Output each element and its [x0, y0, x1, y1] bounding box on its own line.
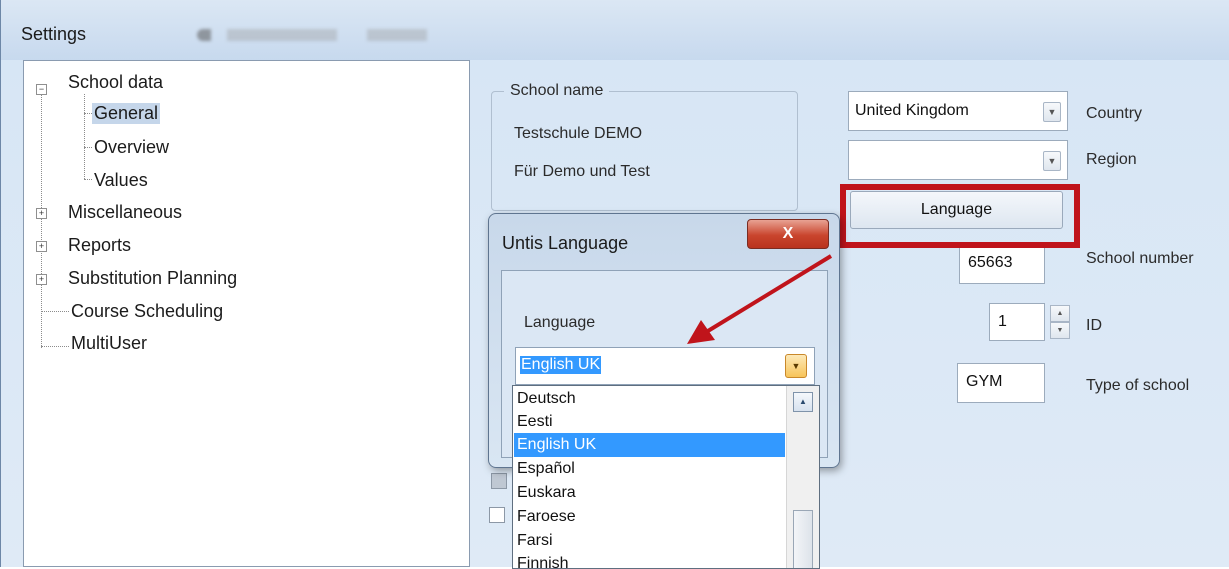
- tree-item-course-scheduling[interactable]: Course Scheduling: [71, 301, 223, 322]
- tree-item-general[interactable]: General: [92, 103, 161, 124]
- chevron-down-icon[interactable]: ▼: [1043, 102, 1061, 122]
- tree-connector: [41, 346, 69, 347]
- list-item[interactable]: Español: [514, 457, 785, 481]
- school-name-legend: School name: [504, 82, 610, 100]
- list-item[interactable]: Faroese: [514, 505, 785, 529]
- id-label: ID: [1086, 317, 1102, 334]
- tree-item-overview[interactable]: Overview: [94, 137, 169, 158]
- dialog-language-label: Language: [524, 314, 596, 331]
- school-name-line1[interactable]: Testschule DEMO: [514, 125, 642, 143]
- chevron-down-icon[interactable]: ▼: [1043, 151, 1061, 171]
- tree-item-reports[interactable]: Reports: [68, 235, 131, 256]
- checkbox-checked[interactable]: [491, 473, 507, 489]
- tree-connector: [84, 94, 85, 179]
- region-select[interactable]: ▼: [848, 140, 1068, 180]
- checkbox[interactable]: [489, 507, 505, 523]
- settings-window: Settings − School data General Overview …: [0, 0, 1229, 569]
- tree-connector: [41, 94, 42, 348]
- expand-icon[interactable]: +: [36, 274, 47, 285]
- close-icon: X: [782, 225, 794, 242]
- list-item[interactable]: Eesti: [514, 410, 785, 434]
- dialog-title: Untis Language: [502, 233, 629, 253]
- chevron-down-icon[interactable]: ▼: [785, 354, 807, 378]
- language-select-value: English UK: [520, 356, 602, 374]
- country-label: Country: [1086, 105, 1143, 122]
- expand-icon[interactable]: +: [36, 241, 47, 252]
- tree-connector: [84, 113, 92, 114]
- region-label: Region: [1086, 151, 1137, 168]
- list-item[interactable]: Finnish: [514, 552, 785, 568]
- title-bar: Settings: [1, 0, 1229, 60]
- tree-item-school-data[interactable]: School data: [68, 72, 163, 93]
- spin-down-icon[interactable]: ▼: [1050, 322, 1070, 339]
- school-type-field[interactable]: GYM: [957, 363, 1045, 403]
- expand-icon[interactable]: +: [36, 208, 47, 219]
- list-item-selected[interactable]: English UK: [514, 433, 785, 457]
- country-value: United Kingdom: [855, 102, 969, 119]
- country-select[interactable]: United Kingdom ▼: [848, 91, 1068, 131]
- chevron-up-icon[interactable]: ▲: [793, 392, 813, 412]
- school-number-label: School number: [1086, 250, 1194, 267]
- school-number-field[interactable]: 65663: [959, 244, 1045, 284]
- tree-item-multiuser[interactable]: MultiUser: [71, 333, 147, 354]
- list-item[interactable]: Farsi: [514, 529, 785, 553]
- blurred-title-detail: [197, 29, 447, 41]
- settings-tree: − School data General Overview Values + …: [23, 60, 470, 567]
- collapse-icon[interactable]: −: [36, 84, 47, 95]
- tree-connector: [41, 311, 69, 312]
- window-title: Settings: [21, 24, 87, 44]
- language-select[interactable]: English UK ▼: [515, 347, 815, 385]
- scroll-thumb[interactable]: [793, 510, 813, 568]
- tree-item-miscellaneous[interactable]: Miscellaneous: [68, 202, 182, 223]
- tree-item-substitution-planning[interactable]: Substitution Planning: [68, 268, 237, 289]
- language-button[interactable]: Language: [850, 191, 1063, 229]
- language-dropdown-list[interactable]: Deutsch Eesti English UK Español Euskara…: [512, 385, 820, 569]
- spin-up-icon[interactable]: ▲: [1050, 305, 1070, 322]
- id-field[interactable]: 1: [989, 303, 1045, 341]
- list-scrollbar[interactable]: ▲: [786, 386, 819, 568]
- close-button[interactable]: X: [747, 219, 829, 249]
- school-name-line2[interactable]: Für Demo und Test: [514, 163, 650, 181]
- tree-connector: [84, 147, 92, 148]
- school-name-group: School name Testschule DEMO Für Demo und…: [491, 82, 798, 211]
- school-type-label: Type of school: [1086, 377, 1190, 394]
- tree-connector: [84, 179, 92, 180]
- tree-item-values[interactable]: Values: [94, 170, 148, 191]
- list-item[interactable]: Deutsch: [514, 387, 785, 411]
- list-item[interactable]: Euskara: [514, 481, 785, 505]
